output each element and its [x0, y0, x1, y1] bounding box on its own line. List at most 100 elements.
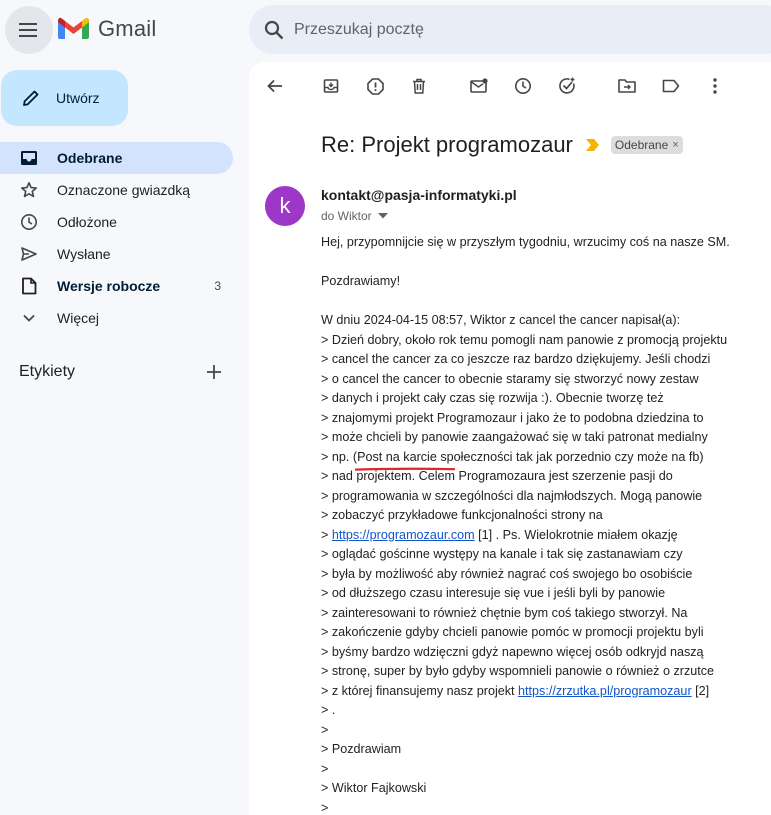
sidebar-item-inbox[interactable]: Odebrane: [0, 142, 233, 174]
message-body: Hej, przypomnijcie się w przyszłym tygod…: [321, 233, 761, 815]
add-task-button[interactable]: [555, 72, 579, 100]
quoted-line: > zakończenie gdyby chcieli panowie pomó…: [321, 625, 704, 639]
quoted-text: [2]: [691, 683, 710, 698]
sidebar-item-snoozed[interactable]: Odłożone: [0, 206, 233, 238]
inbox-icon: [19, 148, 39, 168]
delete-button[interactable]: [407, 72, 431, 100]
add-task-icon: [559, 77, 575, 94]
sender-avatar[interactable]: k: [265, 186, 305, 226]
sidebar-item-more[interactable]: Więcej: [0, 302, 233, 334]
quoted-line: > oglądać gościnne występy na kanale i t…: [321, 547, 683, 561]
gmail-logo[interactable]: Gmail: [58, 16, 156, 42]
important-marker-icon[interactable]: [585, 139, 600, 151]
quoted-text: > z której finansujemy nasz projekt: [321, 683, 519, 698]
app-name: Gmail: [98, 16, 157, 41]
zrzutka-link[interactable]: https://zrzutka.pl/programozaur: [518, 684, 692, 698]
main-menu-button[interactable]: [5, 6, 53, 54]
recipient-details-toggle[interactable]: do Wiktor: [321, 209, 388, 223]
quoted-text: > np. (: [321, 449, 358, 464]
body-line: Hej, przypomnijcie się w przyszłym tygod…: [321, 235, 730, 249]
search-icon[interactable]: [262, 18, 286, 42]
search-bar[interactable]: [249, 5, 771, 54]
quoted-line: > danych i projekt cały czas się rozwija…: [321, 391, 664, 405]
quoted-line: > może chcieli by panowie zaangażować si…: [321, 430, 708, 444]
quoted-line: > zainteresowani to również chętnie bym …: [321, 605, 688, 620]
quoted-line: > https://programozaur.com [1] . Ps. Wie…: [321, 526, 761, 546]
sidebar-item-label: Odłożone: [57, 214, 117, 230]
more-options-button[interactable]: [703, 72, 727, 100]
sidebar-item-label: Oznaczone gwiazdką: [57, 182, 191, 198]
body-blank-line: [321, 253, 761, 273]
body-line: Pozdrawiamy!: [321, 274, 401, 288]
quoted-line: > byśmy bardzo wdzięczni gdyż napewno wi…: [321, 644, 704, 659]
quoted-line: > cancel the cancer za co jeszcze raz ba…: [321, 352, 711, 366]
archive-icon: [323, 79, 339, 93]
quoted-line: >: [321, 800, 329, 815]
move-to-button[interactable]: [615, 72, 639, 100]
mark-unread-button[interactable]: [467, 72, 491, 100]
label-button[interactable]: [659, 72, 683, 100]
quoted-line: > .: [321, 703, 336, 717]
quoted-text: >: [321, 527, 332, 542]
quoted-line: > znajomymi projekt Programozaur i jako …: [321, 410, 704, 425]
snooze-button[interactable]: [511, 72, 535, 100]
quoted-line: > np. (Post na karcie społeczności tak j…: [321, 448, 761, 471]
quoted-line: > stronę, super by było gdyby wspomnieli…: [321, 664, 715, 678]
move-to-icon: [618, 79, 636, 93]
report-spam-icon: [366, 77, 384, 95]
top-bar: Gmail: [0, 0, 771, 64]
label-chip-text: Odebrane: [614, 138, 669, 152]
sidebar-item-label: Wersje robocze: [57, 278, 161, 294]
annotated-phrase: Post na karcie społeczności: [355, 448, 513, 471]
label-chip-inbox: Odebrane ×: [610, 136, 683, 154]
compose-label: Utwórz: [56, 90, 100, 106]
sidebar-item-drafts[interactable]: Wersje robocze 3: [0, 270, 233, 302]
programozaur-link[interactable]: https://programozaur.com: [332, 528, 475, 542]
sidebar-item-sent[interactable]: Wysłane: [0, 238, 233, 270]
quoted-line: > zobaczyć przykładowe funkcjonalności s…: [321, 508, 603, 522]
subject-row: Re: Projekt programozaur Odebrane ×: [321, 132, 683, 158]
chevron-down-icon: [19, 308, 39, 328]
quoted-line: > nad projektem. Celem Programozaura jes…: [321, 469, 673, 483]
compose-button[interactable]: Utwórz: [1, 70, 128, 126]
hamburger-icon: [19, 23, 37, 37]
search-input[interactable]: [294, 20, 714, 39]
draft-icon: [19, 276, 39, 296]
labels-section-header: Etykiety: [19, 360, 233, 384]
label-icon: [662, 79, 680, 93]
quoted-line: > z której finansujemy nasz projekt http…: [321, 682, 761, 702]
caret-down-icon: [377, 211, 388, 221]
quoted-text: tak jak porzednio czy może na fb): [512, 449, 704, 464]
annotated-phrase-text: Post na karcie społeczności: [357, 449, 513, 464]
quoted-line: > była by możliwość aby również nagrać c…: [321, 566, 693, 581]
quoted-line: >: [321, 761, 329, 776]
gmail-m-icon: [58, 17, 89, 39]
archive-button[interactable]: [319, 72, 343, 100]
quoted-line: > od dłuższego czasu interesuje się vue …: [321, 586, 666, 600]
sidebar-nav: Odebrane Oznaczone gwiazdką Odłożone Wys…: [0, 142, 233, 334]
back-button[interactable]: [263, 72, 287, 100]
remove-label-button[interactable]: ×: [672, 139, 678, 151]
mark-unread-icon: [470, 78, 488, 93]
star-icon: [19, 180, 39, 200]
quoted-line: > programowania w szczególności dla najm…: [321, 488, 703, 503]
more-vert-icon: [713, 78, 717, 94]
sender-email[interactable]: kontakt@pasja-informatyki.pl: [321, 187, 517, 203]
drafts-count-badge: 3: [214, 279, 221, 293]
snooze-icon: [515, 78, 531, 94]
sidebar-item-starred[interactable]: Oznaczone gwiazdką: [0, 174, 233, 206]
pencil-icon: [19, 86, 43, 110]
labels-title: Etykiety: [19, 363, 76, 380]
report-spam-button[interactable]: [363, 72, 387, 100]
quoted-text: [1] . Ps. Wielokrotnie miałem okazję: [474, 527, 678, 542]
back-icon: [267, 79, 282, 93]
clock-icon: [19, 212, 39, 232]
add-label-button[interactable]: [202, 360, 226, 384]
quoted-line: > Dzień dobry, około rok temu pomogli na…: [321, 332, 728, 347]
quoted-line: > o cancel the cancer to obecnie staramy…: [321, 371, 699, 386]
body-blank-line: [321, 292, 761, 312]
quote-header: W dniu 2024-04-15 08:57, Wiktor z cancel…: [321, 313, 681, 327]
quoted-line: > Pozdrawiam: [321, 742, 402, 756]
sidebar-item-label: Odebrane: [57, 150, 123, 166]
send-icon: [19, 244, 39, 264]
